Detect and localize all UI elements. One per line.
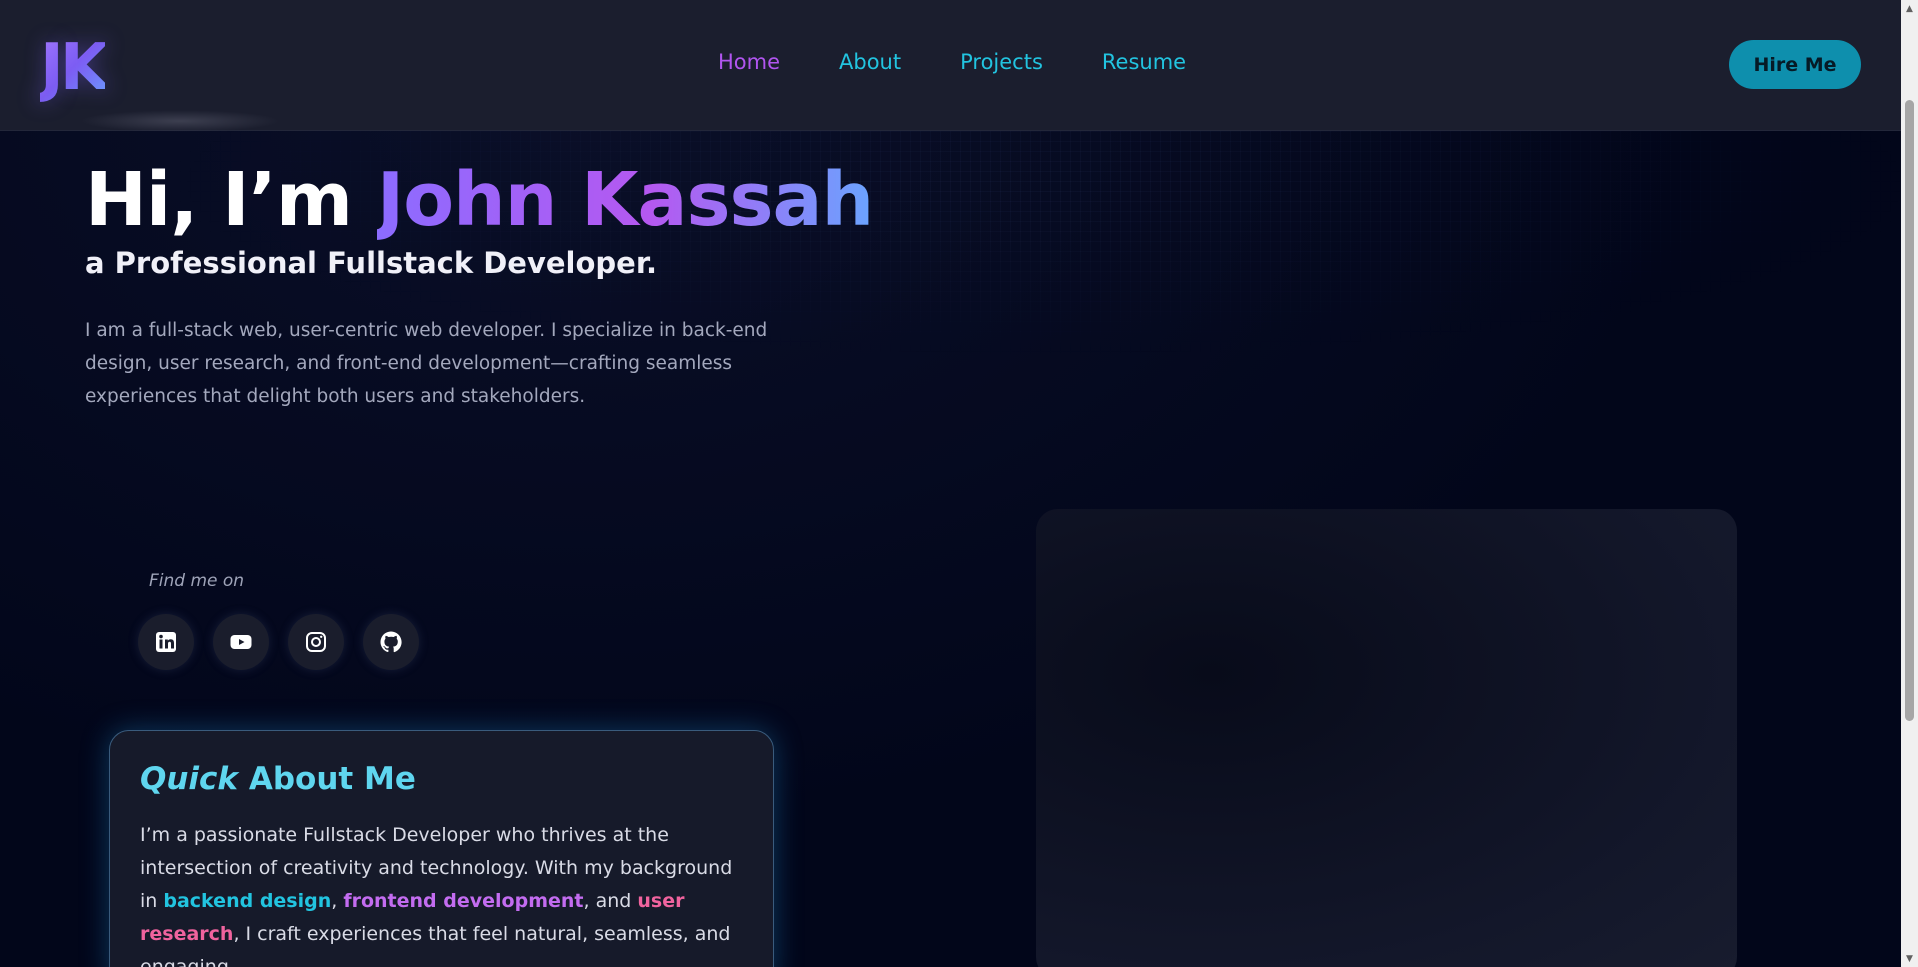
highlight-backend-design: backend design bbox=[163, 890, 332, 912]
nav-link-home[interactable]: Home bbox=[718, 50, 780, 74]
github-icon bbox=[380, 631, 402, 653]
github-button[interactable] bbox=[363, 614, 419, 670]
linkedin-button[interactable] bbox=[138, 614, 194, 670]
vertical-scrollbar[interactable]: ▲ ▼ bbox=[1901, 0, 1918, 967]
youtube-button[interactable] bbox=[213, 614, 269, 670]
social-links bbox=[138, 614, 419, 670]
page: JK Home About Projects Resume Hire Me Hi… bbox=[0, 0, 1918, 967]
hero-image-panel bbox=[1036, 509, 1737, 967]
nav-link-about[interactable]: About bbox=[839, 50, 901, 74]
about-title-quick: Quick bbox=[140, 761, 239, 797]
find-me-label: Find me on bbox=[149, 571, 245, 591]
scroll-up-arrow-icon[interactable]: ▲ bbox=[1901, 0, 1918, 17]
instagram-button[interactable] bbox=[288, 614, 344, 670]
hero-title: Hi, I’m John Kassah bbox=[85, 157, 874, 243]
hero-subtitle: a Professional Fullstack Developer. bbox=[85, 246, 658, 280]
hero-greeting: Hi, I’m bbox=[85, 157, 377, 243]
nav-links: Home About Projects Resume bbox=[718, 50, 1245, 74]
highlight-frontend-development: frontend development bbox=[343, 890, 584, 912]
logo-glow bbox=[80, 110, 280, 132]
instagram-icon bbox=[306, 632, 326, 652]
nav-link-resume[interactable]: Resume bbox=[1102, 50, 1186, 74]
linkedin-icon bbox=[156, 632, 176, 652]
nav-link-projects[interactable]: Projects bbox=[960, 50, 1043, 74]
scrollbar-thumb[interactable] bbox=[1905, 100, 1914, 721]
about-text-part: , bbox=[331, 890, 344, 912]
youtube-icon bbox=[230, 635, 252, 649]
logo[interactable]: JK bbox=[40, 34, 109, 102]
hero-name: John Kassah bbox=[376, 157, 874, 243]
navbar: JK Home About Projects Resume Hire Me bbox=[0, 0, 1901, 131]
scroll-down-arrow-icon[interactable]: ▼ bbox=[1901, 950, 1918, 967]
about-card-title: Quick About Me bbox=[140, 761, 416, 797]
about-text-part: , and bbox=[583, 890, 638, 912]
hero-description: I am a full-stack web, user-centric web … bbox=[85, 320, 768, 407]
about-title-rest: About Me bbox=[238, 761, 416, 797]
hire-me-button[interactable]: Hire Me bbox=[1729, 40, 1861, 89]
quick-about-card: Quick About Me I’m a passionate Fullstac… bbox=[109, 730, 774, 967]
about-card-text: I’m a passionate Fullstack Developer who… bbox=[140, 819, 740, 967]
